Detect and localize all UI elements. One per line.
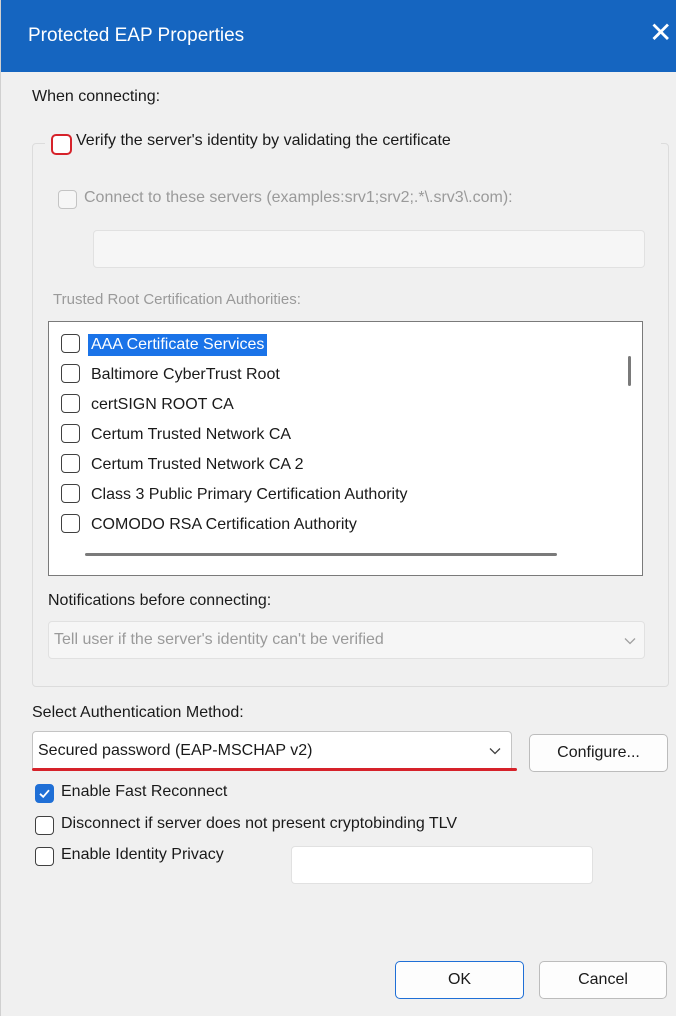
auth-method-label: Select Authentication Method: [32,704,244,721]
chevron-down-icon [624,638,636,645]
fast-reconnect-label: Enable Fast Reconnect [61,783,228,800]
list-item-label: AAA Certificate Services [88,334,268,356]
list-item-checkbox[interactable] [61,334,80,353]
cancel-button[interactable]: Cancel [539,961,667,999]
list-item[interactable]: Baltimore CyberTrust Root [61,360,621,390]
ok-button[interactable]: OK [395,961,524,999]
list-item-label: Baltimore CyberTrust Root [91,366,280,383]
chevron-down-icon [489,748,501,755]
list-item-checkbox[interactable] [61,424,80,443]
cryptobinding-checkbox[interactable] [35,816,54,835]
auth-method-select[interactable]: Secured password (EAP-MSCHAP v2) [32,731,512,771]
notifications-select[interactable]: Tell user if the server's identity can't… [48,621,645,659]
servers-input[interactable] [93,230,645,268]
checkmark-icon [39,789,50,799]
list-item[interactable]: Certum Trusted Network CA 2 [61,450,621,480]
close-icon[interactable]: ✕ [649,17,672,49]
list-item[interactable]: AAA Certificate Services [61,330,621,360]
list-item[interactable]: Class 3 Public Primary Certification Aut… [61,480,621,510]
list-item-label: Certum Trusted Network CA 2 [91,456,304,473]
list-item[interactable]: certSIGN ROOT CA [61,390,621,420]
notifications-label: Notifications before connecting: [48,592,272,609]
title-bar: Protected EAP Properties ✕ [1,0,676,72]
list-item-checkbox[interactable] [61,364,80,383]
connect-servers-checkbox[interactable] [58,190,77,209]
cryptobinding-label: Disconnect if server does not present cr… [61,815,458,832]
horizontal-scrollbar-thumb[interactable] [85,553,557,556]
connect-servers-label: Connect to these servers (examples:srv1;… [84,189,513,206]
list-item[interactable]: COMODO RSA Certification Authority [61,510,621,540]
window-title: Protected EAP Properties [28,25,245,46]
dialog-window: Protected EAP Properties ✕ When connecti… [0,0,676,1016]
verify-server-label: Verify the server's identity by validati… [76,132,451,149]
list-item-label: COMODO RSA Certification Authority [91,516,357,533]
identity-privacy-input[interactable] [291,846,593,884]
list-item-label: certSIGN ROOT CA [91,396,234,413]
vertical-scrollbar-thumb[interactable] [628,356,631,386]
list-item-label: Class 3 Public Primary Certification Aut… [91,486,408,503]
notifications-selected-value: Tell user if the server's identity can't… [54,631,384,648]
list-item[interactable]: Certum Trusted Network CA [61,420,621,450]
configure-button[interactable]: Configure... [529,734,668,772]
verify-server-checkbox[interactable] [51,134,72,155]
annotation-underline [32,768,517,771]
list-item-checkbox[interactable] [61,484,80,503]
identity-privacy-checkbox[interactable] [35,847,54,866]
trusted-root-label: Trusted Root Certification Authorities: [53,291,301,308]
list-item-checkbox[interactable] [61,394,80,413]
list-item-checkbox[interactable] [61,514,80,533]
trusted-root-list[interactable]: AAA Certificate Services Baltimore Cyber… [48,321,643,576]
fast-reconnect-checkbox[interactable] [35,784,54,803]
identity-privacy-label: Enable Identity Privacy [61,846,224,863]
list-item-checkbox[interactable] [61,454,80,473]
list-item-label: Certum Trusted Network CA [91,426,292,443]
auth-method-selected-value: Secured password (EAP-MSCHAP v2) [38,742,313,759]
when-connecting-label: When connecting: [32,88,161,105]
